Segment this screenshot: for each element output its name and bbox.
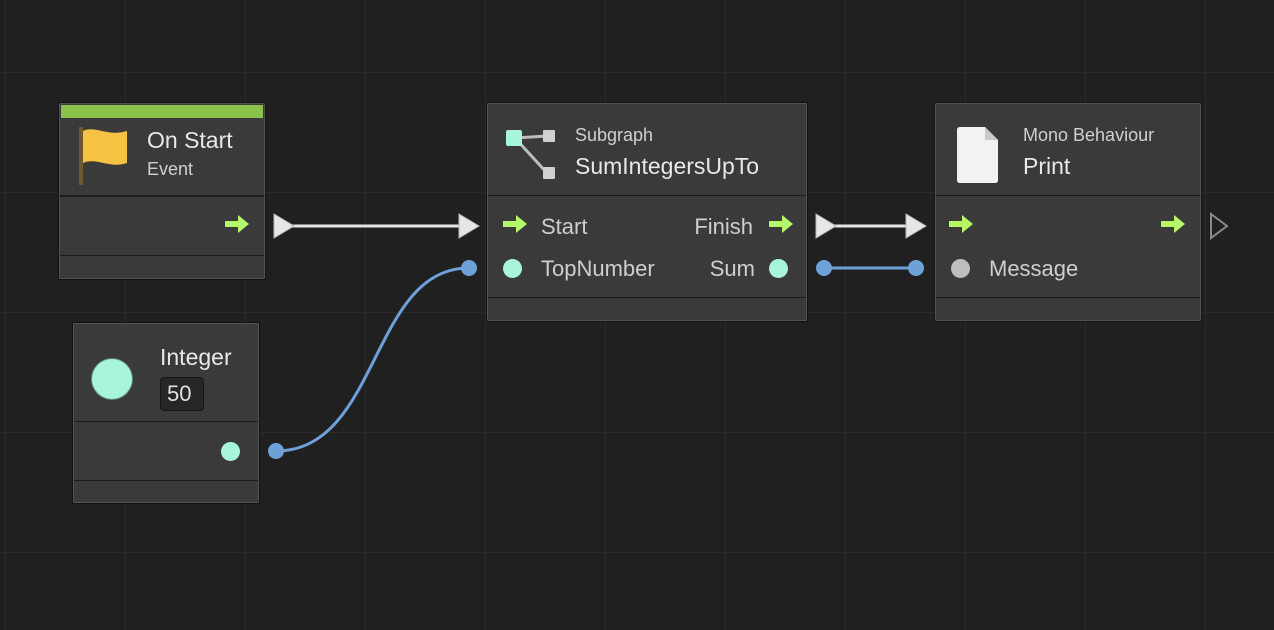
- finish-port-label: Finish: [694, 214, 753, 239]
- sum-port-label: Sum: [709, 256, 755, 281]
- node-subtitle: Mono Behaviour: [1023, 125, 1155, 145]
- topnumber-port-label: TopNumber: [541, 256, 655, 281]
- value-out-connector[interactable]: [816, 260, 832, 276]
- flow-in-arrow-icon[interactable]: [947, 213, 975, 235]
- node-subtitle: Subgraph: [575, 125, 654, 145]
- event-color-bar: [61, 105, 263, 118]
- node-title: Print: [1023, 153, 1071, 179]
- flow-out-connector[interactable]: [1210, 212, 1229, 240]
- flag-icon: [79, 127, 127, 185]
- value-in-connector[interactable]: [908, 260, 924, 276]
- message-port-label: Message: [989, 256, 1079, 281]
- start-port-label: Start: [541, 214, 588, 239]
- graph-canvas[interactable]: On Start Event Integer 50 Subgraph SumIn…: [0, 0, 1274, 630]
- flow-out-connector[interactable]: [815, 213, 837, 239]
- integer-value-field[interactable]: 50: [160, 377, 204, 411]
- subgraph-node[interactable]: Subgraph SumIntegersUpTo Start Finish To…: [486, 102, 808, 322]
- node-title: Integer: [160, 344, 232, 370]
- print-node[interactable]: Mono Behaviour Print Message: [934, 102, 1202, 322]
- flow-in-arrow-icon[interactable]: [501, 213, 529, 235]
- node-title: SumIntegersUpTo: [575, 153, 760, 179]
- flow-out-connector[interactable]: [273, 213, 295, 239]
- integer-type-icon: [92, 359, 132, 399]
- subgraph-icon: [506, 130, 555, 179]
- flow-in-connector[interactable]: [905, 213, 927, 239]
- flow-out-arrow-icon[interactable]: [767, 213, 795, 235]
- flow-out-arrow-icon[interactable]: [1159, 213, 1187, 235]
- value-wire[interactable]: [275, 266, 470, 453]
- node-title: On Start: [147, 127, 233, 153]
- flow-arrow-icon[interactable]: [223, 213, 251, 235]
- value-in-connector[interactable]: [461, 260, 477, 276]
- topnumber-input-port[interactable]: [503, 259, 522, 278]
- integer-literal-node[interactable]: Integer 50: [72, 322, 260, 504]
- value-out-connector[interactable]: [268, 443, 284, 459]
- message-input-port[interactable]: [951, 259, 970, 278]
- sum-output-port[interactable]: [769, 259, 788, 278]
- node-subtitle: Event: [147, 159, 194, 179]
- on-start-node[interactable]: On Start Event: [58, 102, 266, 280]
- flow-in-connector[interactable]: [458, 213, 480, 239]
- document-icon: [957, 127, 998, 183]
- integer-output-port[interactable]: [221, 442, 240, 461]
